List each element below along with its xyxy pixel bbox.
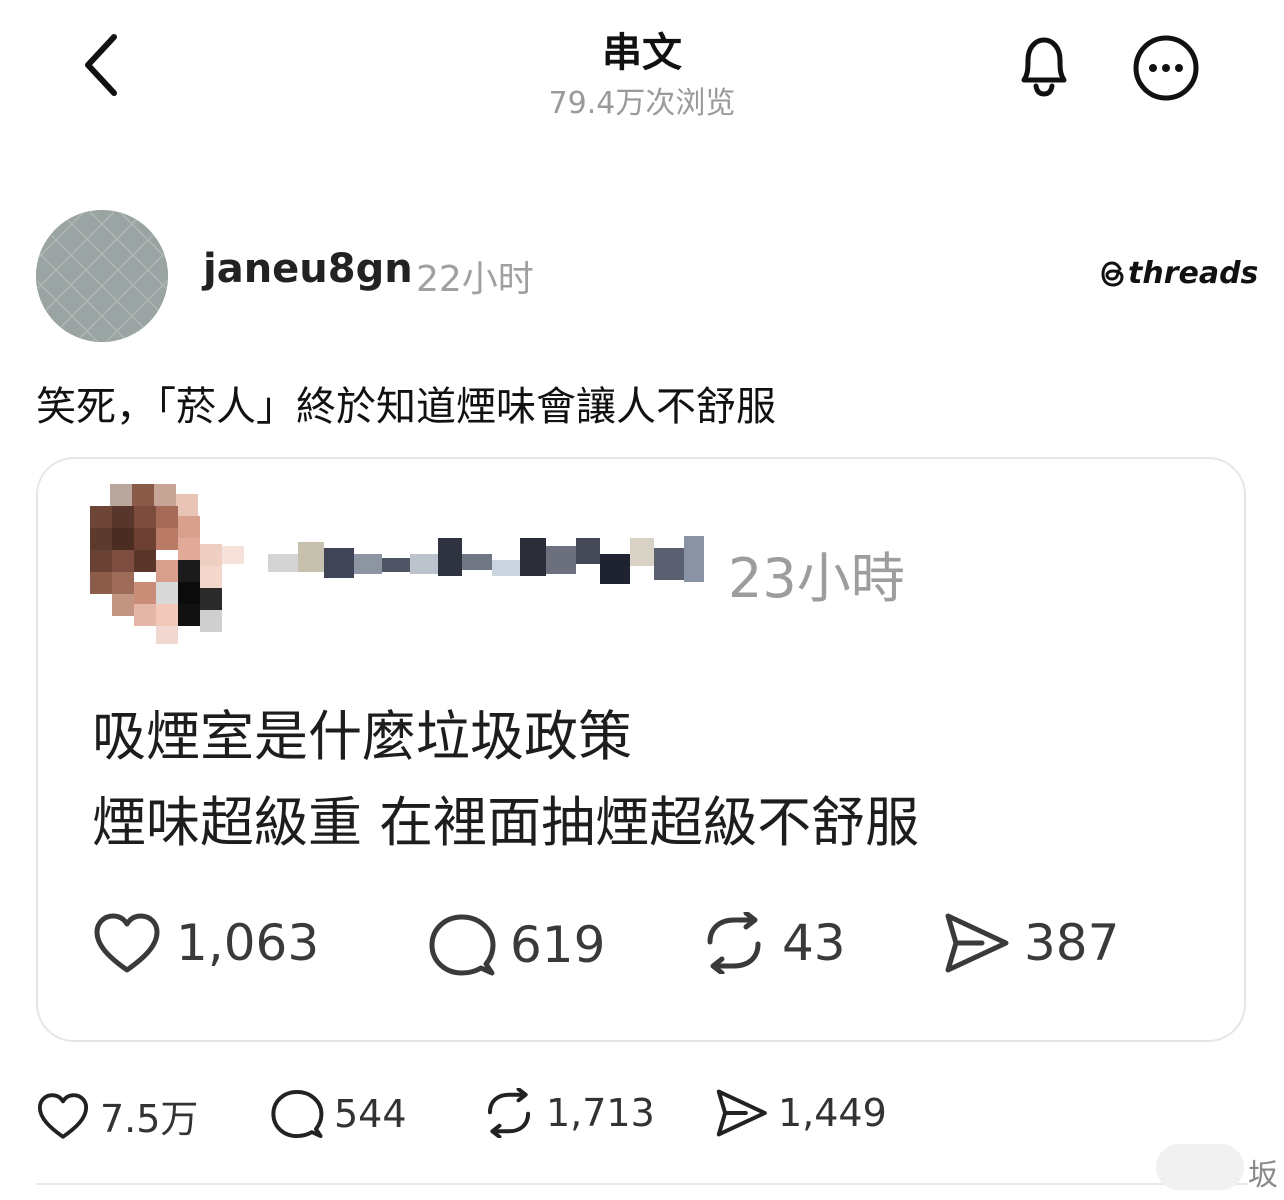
view-count: 79.4万次浏览 [548,86,736,121]
quoted-text-line: 煙味超級重 在裡面抽煙超級不舒服 [92,791,920,854]
heart-icon [37,1092,89,1139]
share-button[interactable]: 1,449 [714,1088,887,1138]
page-title: 串文 [602,30,682,76]
repost-button[interactable]: 1,713 [482,1088,655,1138]
comment-count: 544 [334,1092,407,1136]
quoted-text-line: 吸煙室是什麼垃圾政策 [92,705,632,768]
quoted-like-label: 1,063 [176,914,320,972]
more-options-button[interactable] [1128,30,1204,106]
comment-icon [271,1089,324,1139]
comment-button[interactable]: 544 [270,1088,407,1140]
quoted-share-count: 387 [942,912,1119,974]
quoted-repost-count: 43 [700,912,846,974]
quoted-like-count: 1,063 [92,912,319,974]
quoted-repost-label: 43 [782,914,846,972]
divider [36,1183,1248,1185]
post-timestamp: 22小时 [416,259,534,300]
threads-brand-label: threads [1128,256,1259,291]
quoted-comment-count: 619 [428,912,605,978]
like-count: 7.5万 [100,1097,199,1141]
more-icon [1133,35,1199,101]
quoted-username-pixelated [268,536,704,584]
watermark-bubble [1156,1144,1244,1190]
avatar-pattern [36,210,168,342]
repost-count: 1,713 [546,1091,655,1135]
comment-icon [429,914,496,976]
watermark-char: 坂 [1248,1158,1278,1193]
threads-logo-icon [1101,260,1124,287]
threads-watermark: threads [1100,256,1258,291]
avatar[interactable] [36,210,168,342]
repost-icon [707,912,761,974]
username[interactable]: janeu8gn [203,246,413,292]
post-body: 笑死，「菸人」終於知道煙味會讓人不舒服 [36,384,776,430]
share-icon [716,1089,767,1137]
bell-icon [1021,37,1067,97]
repost-icon [487,1088,531,1138]
heart-icon [94,913,160,973]
like-button[interactable]: 7.5万 [36,1088,198,1143]
quoted-timestamp: 23小時 [728,547,905,610]
notification-button[interactable] [1008,30,1080,102]
quoted-comment-label: 619 [510,916,606,974]
share-icon [945,913,1009,973]
quoted-share-label: 387 [1024,914,1120,972]
share-count: 1,449 [778,1091,887,1135]
quoted-avatar-pixelated [90,484,244,644]
